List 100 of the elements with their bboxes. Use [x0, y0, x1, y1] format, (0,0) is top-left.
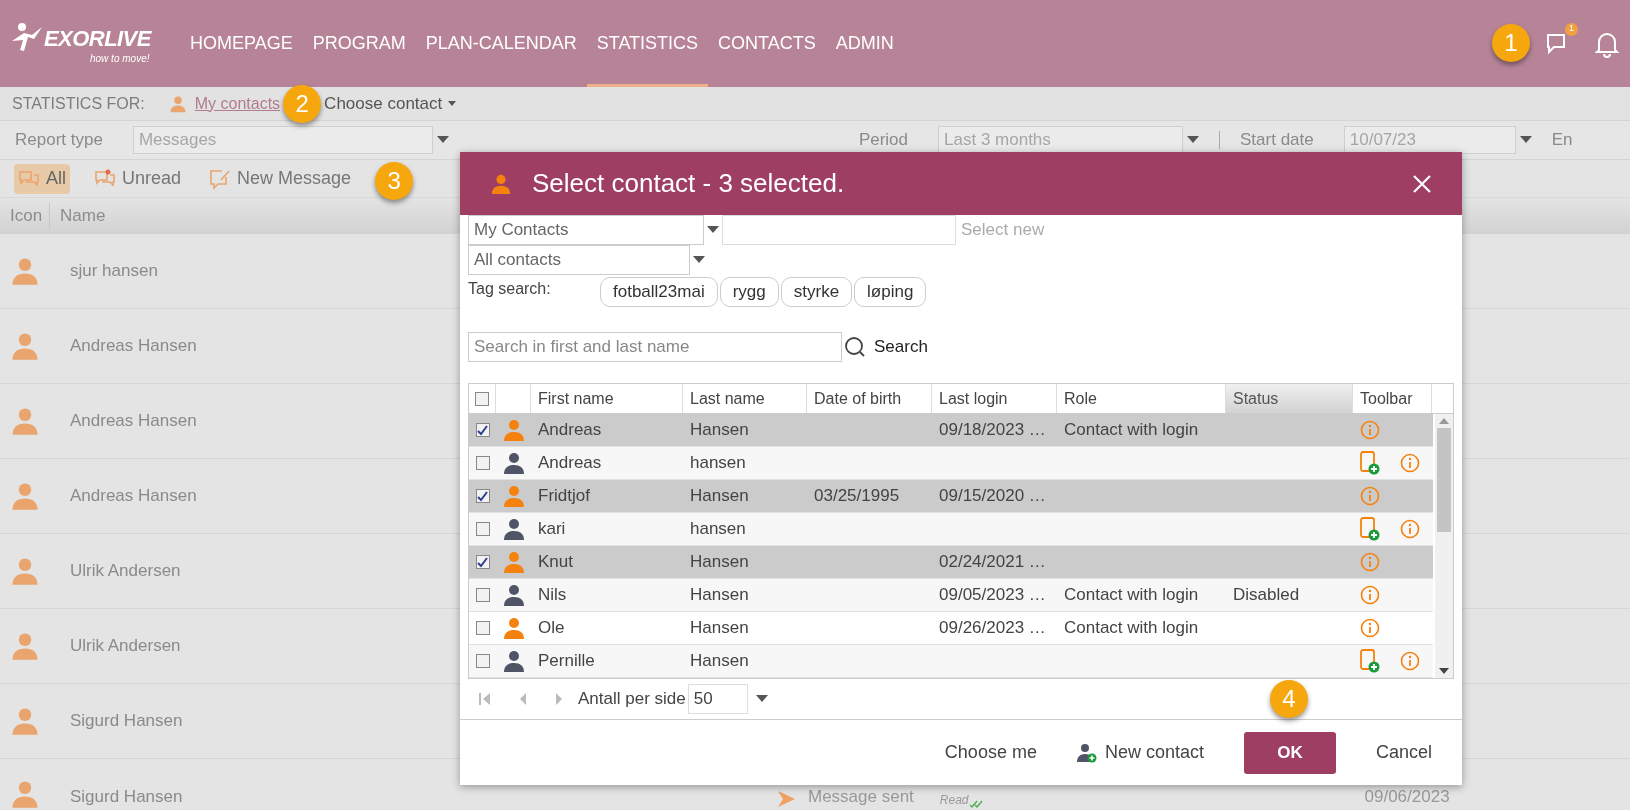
new-contact-button[interactable]: New contact [1076, 739, 1204, 766]
scrollbar[interactable] [1435, 414, 1453, 678]
column-header[interactable]: Date of birth [807, 384, 932, 413]
caret-icon [448, 101, 457, 106]
person-icon [10, 556, 40, 586]
table-cell: Contact with login [1064, 420, 1199, 440]
table-row[interactable]: Pernille Hansen [469, 645, 1434, 678]
contact-name: Ulrik Andersen [70, 636, 181, 656]
table-row[interactable]: Andreas hansen [469, 447, 1434, 480]
search-button[interactable]: Search [844, 334, 928, 360]
message-date: 09/06/2023 [1364, 785, 1450, 808]
choose-contact-dropdown[interactable]: Choose contact [324, 90, 457, 117]
statistics-for-label: STATISTICS FOR: [12, 93, 145, 114]
phone-add-icon[interactable] [1360, 649, 1380, 673]
ok-button[interactable]: OK [1243, 731, 1336, 774]
table-cell: 09/15/2020 … [939, 486, 1046, 506]
per-page-select[interactable]: 50 [687, 684, 748, 714]
info-icon[interactable] [1400, 453, 1420, 473]
contact-filter-select[interactable]: All contacts [468, 245, 690, 275]
contact-name: Ulrik Andersen [70, 561, 181, 581]
column-header[interactable]: First name [531, 384, 683, 413]
table-row[interactable]: kari hansen [469, 513, 1434, 546]
message-filter-button[interactable]: New Message [205, 163, 356, 194]
cancel-button[interactable]: Cancel [1375, 739, 1432, 766]
separator [1219, 131, 1221, 149]
checkbox[interactable] [475, 621, 490, 635]
column-header: Name [59, 205, 106, 228]
column-header[interactable]: Last name [683, 384, 807, 413]
checkbox[interactable] [475, 423, 490, 437]
message-filter-button[interactable]: All [14, 163, 70, 194]
scroll-down-icon[interactable] [1439, 668, 1449, 674]
person-icon [10, 481, 40, 511]
message-filter-button[interactable]: Unread [90, 163, 186, 194]
person-icon [10, 706, 40, 736]
checkbox[interactable] [475, 654, 490, 668]
column-header[interactable]: Last login [932, 384, 1057, 413]
caret-icon [1519, 136, 1532, 144]
info-icon[interactable] [1360, 420, 1380, 440]
table-cell: Disabled [1233, 585, 1300, 605]
info-icon[interactable] [1360, 486, 1380, 506]
per-page-label: Antall per side [578, 688, 686, 711]
table-row[interactable]: Fridtjof Hansen 03/25/1995 09/15/2020 … [469, 480, 1434, 513]
checkbox[interactable] [475, 489, 490, 503]
tag-chip[interactable]: styrke [780, 277, 853, 307]
checkbox[interactable] [475, 588, 490, 602]
checkbox[interactable] [475, 456, 490, 470]
filter-label: Report type [15, 129, 103, 152]
chat-bubbles-icon [94, 168, 116, 189]
contact-name: sjur hansen [70, 261, 158, 281]
callout-badge: 2 [283, 85, 322, 123]
dialog-title: Select contact - 3 selected. [532, 167, 845, 200]
checkbox[interactable] [475, 555, 490, 569]
contact-name: Sigurd Hansen [70, 786, 183, 806]
info-icon[interactable] [1360, 552, 1380, 572]
column-header[interactable]: Toolbar [1353, 384, 1432, 413]
logo-text: EXORLIVE [44, 24, 151, 53]
contact-name: Andreas Hansen [70, 486, 197, 506]
notification-badge: 1 [1565, 22, 1578, 36]
table-cell: kari [538, 519, 566, 539]
info-icon[interactable] [1400, 651, 1420, 671]
close-icon[interactable] [1412, 173, 1432, 194]
chat-bubbles-icon [18, 168, 40, 189]
person-icon [168, 94, 187, 113]
previous-page-icon[interactable] [518, 692, 528, 706]
table-row[interactable]: Andreas Hansen 09/18/2023 … Contact with login [469, 414, 1434, 447]
info-icon[interactable] [1400, 519, 1420, 539]
choose-me-button[interactable]: Choose me [944, 739, 1037, 766]
table-cell: Nils [538, 585, 567, 605]
search-field[interactable]: Search in first and last name [468, 332, 842, 362]
read-label: Read [939, 792, 969, 809]
next-page-icon[interactable] [554, 692, 564, 706]
table-row[interactable]: Nils Hansen 09/05/2023 … Contact with login Disabled [469, 579, 1434, 612]
scroll-up-icon[interactable] [1439, 418, 1449, 424]
person-add-icon [1076, 742, 1097, 763]
phone-add-icon[interactable] [1360, 451, 1380, 475]
table-cell: Pernille [538, 651, 595, 671]
table-row[interactable]: Knut Hansen 02/24/2021 … [469, 546, 1434, 579]
table-cell: Hansen [690, 552, 749, 572]
contact-list-select[interactable]: My Contacts [468, 215, 704, 245]
column-header[interactable]: Status [1226, 384, 1353, 413]
caret-icon [1187, 136, 1200, 144]
info-icon[interactable] [1360, 618, 1380, 638]
checkbox[interactable] [475, 522, 490, 536]
tag-search-label: Tag search: [468, 279, 552, 299]
tag-chip[interactable]: rygg [719, 277, 779, 307]
first-page-icon[interactable] [478, 692, 492, 706]
tag-chip[interactable]: fotball23mai [600, 277, 718, 307]
input-field[interactable] [722, 215, 956, 245]
tag-chip[interactable]: løping [854, 277, 927, 307]
table-cell: Hansen [690, 420, 749, 440]
person-icon [10, 631, 40, 661]
contact-name: Andreas Hansen [70, 336, 197, 356]
checkbox[interactable] [475, 391, 489, 406]
caret-icon [755, 695, 768, 703]
search-icon [844, 336, 866, 358]
person-icon [10, 331, 40, 361]
info-icon[interactable] [1360, 585, 1380, 605]
filter-label: Start date [1240, 129, 1314, 152]
phone-add-icon[interactable] [1360, 517, 1380, 541]
table-cell: 09/18/2023 … [939, 420, 1046, 440]
